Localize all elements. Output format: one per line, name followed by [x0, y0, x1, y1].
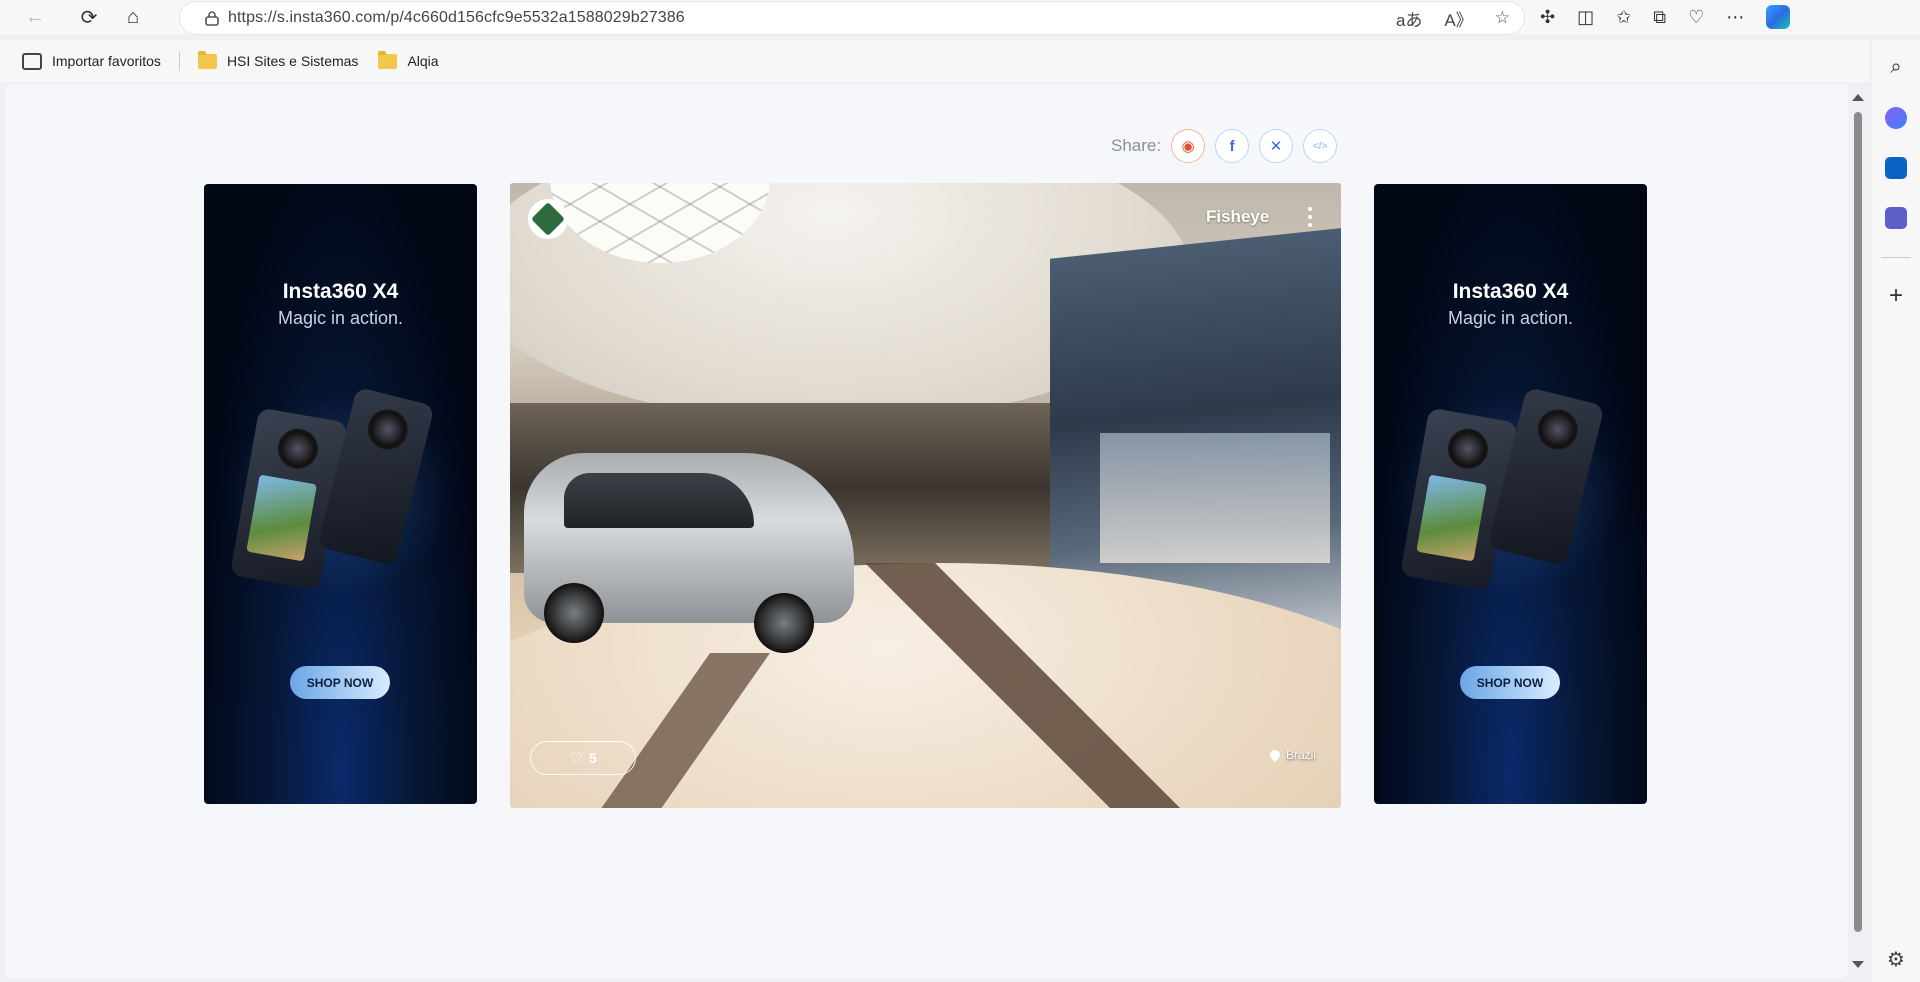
favorites-bar: Importar favoritos HSI Sites e Sistemas … [0, 40, 1870, 82]
copilot-icon[interactable] [1766, 5, 1791, 29]
favorite-import[interactable]: Importar favoritos [16, 47, 167, 75]
home-icon[interactable]: ⌂ [116, 2, 150, 32]
view-mode-button[interactable]: Fisheye [1206, 207, 1269, 227]
ad-subtitle: Magic in action. [277, 308, 404, 328]
heart-icon: ♡ [569, 750, 583, 767]
more-options-icon[interactable] [1304, 205, 1316, 229]
creator-avatar[interactable] [528, 199, 568, 239]
location-tag: Brazil [1267, 747, 1317, 763]
favorite-label: HSI Sites e Sistemas [226, 53, 359, 69]
read-aloud-icon[interactable]: A》 [1444, 6, 1472, 31]
facebook-share-button[interactable]: f [1215, 129, 1250, 163]
ad-title: Insta360 X4 [1452, 280, 1569, 303]
teams-icon[interactable] [1885, 207, 1907, 229]
import-favorites-icon [22, 52, 42, 70]
share-bar: Share: ◉ f ✕ </> [1111, 128, 1338, 164]
favorite-star-icon[interactable]: ☆ [1495, 8, 1510, 28]
embed-code-icon: </> [1312, 140, 1328, 152]
translate-icon[interactable]: aあ [1396, 6, 1422, 31]
copilot-sidebar-icon[interactable] [1885, 107, 1907, 129]
favorite-label: Importar favoritos [52, 53, 161, 69]
ad-banner-right[interactable]: Insta360 X4 Magic in action. SHOP NOW [1374, 184, 1647, 804]
scroll-up-arrow[interactable] [1852, 94, 1864, 101]
scroll-down-arrow[interactable] [1852, 961, 1864, 968]
browser-toolbar: ← ⟳ ⌂ https://s.insta360.com/p/4c660d156… [0, 0, 1920, 34]
x-share-button[interactable]: ✕ [1259, 129, 1294, 163]
page-scrollbar[interactable] [1848, 84, 1868, 978]
favorite-alqia[interactable]: Alqia [372, 47, 444, 75]
ad-subtitle: Magic in action. [1447, 308, 1574, 328]
scroll-thumb[interactable] [1854, 112, 1862, 932]
refresh-icon[interactable]: ⟳ [72, 2, 106, 32]
folder-icon [378, 50, 398, 69]
weibo-icon: ◉ [1181, 138, 1195, 155]
share-label: Share: [1111, 136, 1162, 155]
panorama-viewer[interactable]: Fisheye ♡ 5 Brazil [510, 183, 1341, 808]
collections-icon[interactable]: ⧉ [1653, 7, 1666, 28]
settings-gear-icon[interactable]: ⚙ [1887, 947, 1905, 972]
logo-icon [531, 202, 565, 236]
embed-share-button[interactable]: </> [1303, 129, 1338, 163]
lock-icon[interactable] [196, 10, 228, 26]
weibo-share-button[interactable]: ◉ [1171, 129, 1206, 163]
location-text: Brazil [1286, 748, 1317, 762]
x-icon: ✕ [1269, 138, 1283, 155]
sidebar-divider [1881, 257, 1911, 258]
more-menu-icon[interactable]: ⋯ [1726, 7, 1744, 28]
back-arrow-icon[interactable]: ← [18, 2, 52, 32]
favorite-hsi[interactable]: HSI Sites e Sistemas [192, 47, 365, 75]
panorama-store-display [1100, 433, 1330, 563]
url-text[interactable]: https://s.insta360.com/p/4c660d156cfc9e5… [228, 9, 685, 27]
split-screen-icon[interactable]: ◫ [1577, 7, 1594, 28]
favorite-label: Alqia [407, 53, 439, 69]
shop-now-button[interactable]: SHOP NOW [290, 666, 390, 699]
like-button[interactable]: ♡ 5 [530, 741, 636, 775]
shop-now-button[interactable]: SHOP NOW [1460, 666, 1560, 699]
extensions-icon[interactable]: ✣ [1540, 7, 1555, 28]
add-icon[interactable]: + [1889, 284, 1903, 308]
panorama-car [524, 453, 854, 653]
like-count: 5 [588, 750, 597, 766]
ad-title: Insta360 X4 [282, 280, 399, 303]
favorites-list-icon[interactable]: ✩ [1616, 7, 1631, 28]
browser-essentials-icon[interactable]: ♡ [1688, 7, 1704, 28]
browser-sidebar: ⌕ + ⚙ [1872, 40, 1920, 982]
facebook-icon: f [1229, 137, 1235, 155]
address-bar[interactable]: https://s.insta360.com/p/4c660d156cfc9e5… [180, 2, 1524, 34]
favorites-divider [178, 51, 180, 71]
location-pin-icon [1267, 747, 1283, 763]
outlook-icon[interactable] [1885, 157, 1907, 179]
search-icon[interactable]: ⌕ [1890, 56, 1901, 79]
ad-banner-left[interactable]: Insta360 X4 Magic in action. SHOP NOW [204, 184, 477, 804]
folder-icon [197, 50, 217, 69]
